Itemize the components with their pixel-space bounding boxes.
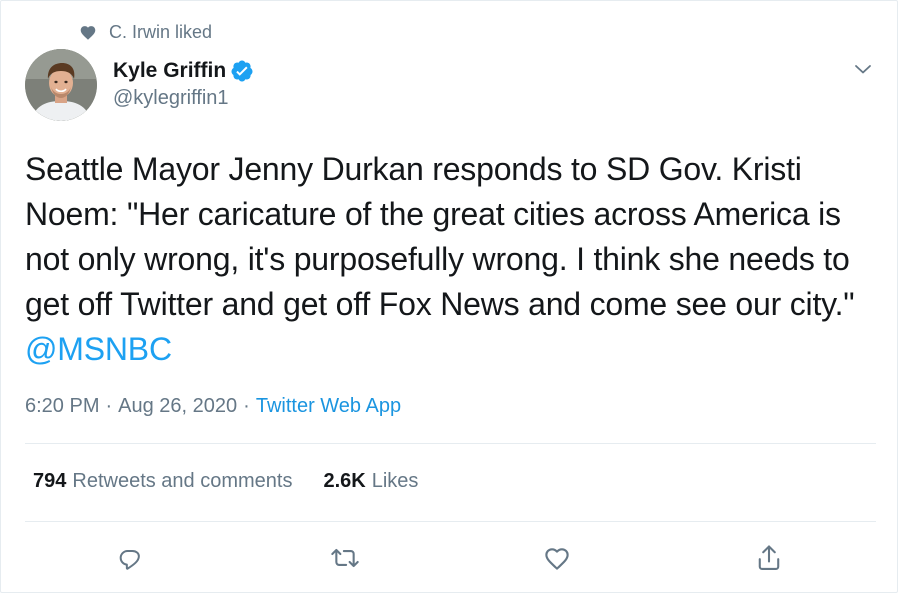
retweet-button[interactable]: [328, 541, 362, 575]
tweet-stats: 794 Retweets and comments 2.6K Likes: [33, 470, 418, 493]
tweet-date[interactable]: Aug 26, 2020: [118, 395, 237, 418]
tweet-body: Seattle Mayor Jenny Durkan responds to S…: [25, 151, 855, 322]
tweet-time[interactable]: 6:20 PM: [25, 395, 99, 418]
reply-button[interactable]: [113, 541, 147, 575]
social-context[interactable]: C. Irwin liked: [79, 21, 212, 43]
author-display-name[interactable]: Kyle Griffin: [113, 59, 226, 83]
divider: [25, 521, 876, 522]
retweets-label: Retweets and comments: [72, 470, 293, 492]
heart-icon: [79, 24, 97, 40]
likes-label: Likes: [371, 470, 419, 492]
meta-separator: ·: [105, 395, 113, 417]
author-handle[interactable]: @kylegriffin1: [113, 87, 254, 110]
author-block[interactable]: Kyle Griffin @kylegriffin1: [113, 57, 254, 110]
retweets-stat[interactable]: 794 Retweets and comments: [33, 470, 292, 493]
retweet-icon: [331, 548, 359, 568]
meta-separator: ·: [243, 395, 250, 417]
heart-outline-icon: [545, 548, 569, 570]
reply-icon: [119, 550, 140, 570]
share-button[interactable]: [752, 541, 786, 575]
action-bar: [1, 541, 898, 575]
likes-count: 2.6K: [323, 470, 366, 492]
social-context-text: C. Irwin liked: [109, 21, 213, 42]
verified-badge-icon: [230, 59, 254, 83]
share-icon: [758, 545, 780, 570]
tweet-card[interactable]: C. Irwin liked Kyle Griffin @kylegriffin…: [0, 0, 898, 593]
tweet-text: Seattle Mayor Jenny Durkan responds to S…: [25, 147, 885, 372]
tweet-source-link[interactable]: Twitter Web App: [256, 395, 401, 418]
retweets-count: 794: [33, 470, 67, 492]
tweet-meta: 6:20 PM · Aug 26, 2020 · Twitter Web App: [25, 395, 401, 418]
divider: [25, 443, 876, 444]
mention-link[interactable]: @MSNBC: [25, 331, 172, 367]
like-button[interactable]: [540, 541, 574, 575]
likes-stat[interactable]: 2.6K Likes: [323, 470, 418, 493]
chevron-down-icon[interactable]: [851, 57, 875, 81]
avatar[interactable]: [25, 49, 97, 121]
